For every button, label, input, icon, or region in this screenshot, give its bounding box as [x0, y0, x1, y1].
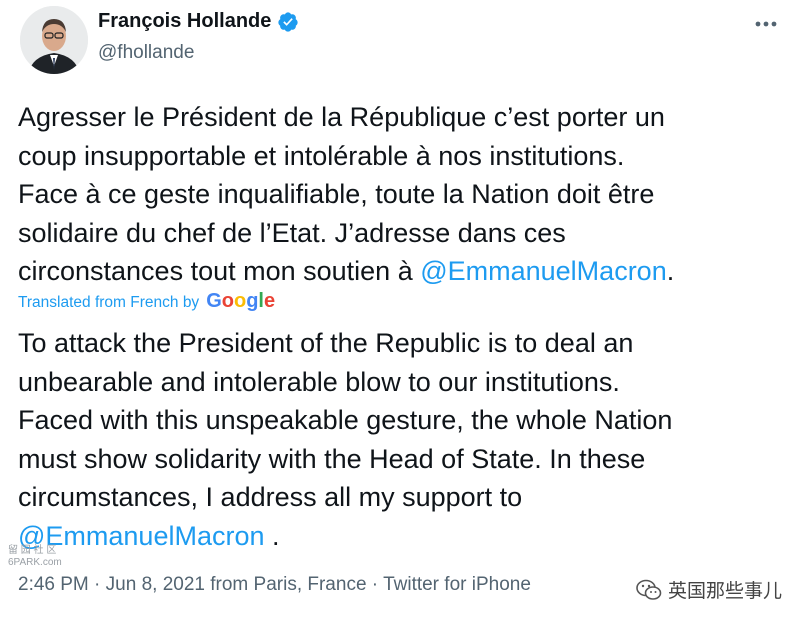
original-line: coup insupportable et intolérable à nos … [18, 140, 625, 171]
tweet-original-text: Agresser le Président de la République c… [18, 98, 793, 291]
tweet-source-link[interactable]: Twitter for iPhone [383, 574, 531, 595]
google-logo: Google [206, 290, 276, 312]
translated-label: Translated from French by [18, 294, 200, 311]
translation-line: unbearable and intolerable blow to our i… [18, 366, 620, 397]
original-line: solidaire du chef de l’Etat. J’adresse d… [18, 217, 566, 248]
meta-separator: · [371, 574, 379, 595]
more-options-icon[interactable] [750, 8, 782, 40]
translation-suffix: . [264, 520, 280, 551]
translation-line: circumstances, I address all my support … [18, 482, 523, 512]
translation-line: To attack the President of the Republic … [18, 328, 634, 358]
author-handle[interactable]: @fhollande [98, 42, 194, 64]
original-line: Face à ce geste inqualifiable, toute la … [18, 179, 655, 209]
watermark-account-name: 英国那些事儿 [667, 581, 782, 602]
meta-separator: · [94, 574, 101, 595]
author-avatar[interactable] [20, 6, 88, 74]
tweet-metadata: 2:46 PM · Jun 8, 2021 from Paris, France… [18, 574, 531, 596]
original-line: Agresser le Président de la République c… [18, 102, 665, 132]
tweet-date-link[interactable]: Jun 8, 2021 [106, 574, 205, 595]
watermark-6park: 留 园 社 区 6PARK.com [8, 545, 62, 569]
author-name-row: François Hollande [98, 10, 299, 33]
tweet-time-link[interactable]: 2:46 PM [18, 574, 89, 595]
translation-line: must show solidarity with the Head of St… [18, 443, 646, 474]
translation-attribution[interactable]: Translated from French by Google [18, 290, 275, 313]
wechat-logo-icon [636, 579, 662, 600]
avatar-portrait [20, 6, 88, 74]
author-display-name[interactable]: François Hollande [98, 10, 271, 33]
tweet-location: from Paris, France [210, 574, 367, 595]
watermark-line: 6PARK.com [8, 557, 62, 568]
verified-badge-icon [278, 11, 298, 32]
watermark-account: 英国那些事儿 [636, 576, 782, 603]
watermark-line: 留 园 社 区 [8, 545, 57, 556]
translation-line: Faced with this unspeakable gesture, the… [18, 405, 673, 435]
original-line: circonstances tout mon soutien à [18, 256, 421, 286]
mention-link[interactable]: @EmmanuelMacron [420, 256, 667, 286]
original-line-suffix: . [666, 256, 675, 286]
tweet-translation-text: To attack the President of the Republic … [18, 324, 793, 555]
